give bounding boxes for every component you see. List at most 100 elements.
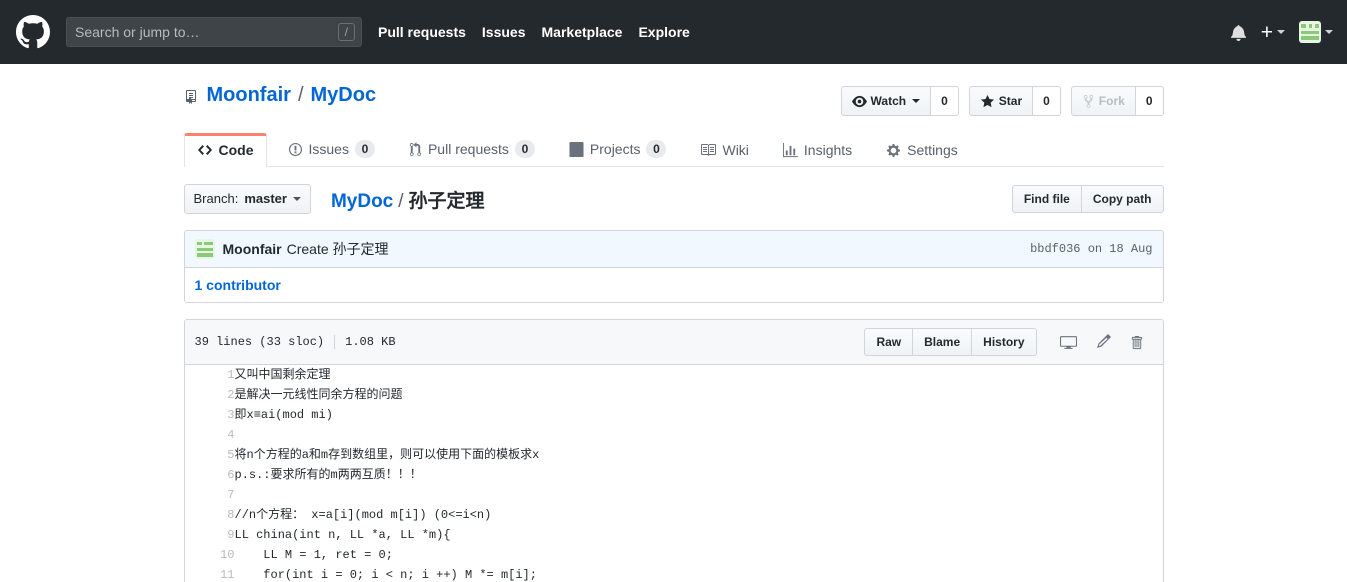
- contributors-row: 1 contributor: [184, 268, 1163, 302]
- branch-selector[interactable]: Branch: master: [183, 184, 311, 214]
- commit-meta: bbdf036 on 18 Aug: [1030, 242, 1153, 256]
- header-nav-explore[interactable]: Explore: [638, 24, 689, 40]
- line-number[interactable]: 7: [184, 485, 235, 505]
- line-content[interactable]: 又叫中国剩余定理: [235, 365, 1163, 385]
- copy-path-button[interactable]: Copy path: [1080, 185, 1164, 213]
- code-line-row: 7: [184, 485, 1163, 505]
- search-input[interactable]: Search or jump to… /: [66, 17, 362, 47]
- commit-author-avatar: [194, 239, 215, 259]
- edit-pencil-icon[interactable]: [1086, 334, 1120, 350]
- code-line-row: 2 是解决一元线性同余方程的问题: [184, 385, 1163, 405]
- repo-name-link[interactable]: MyDoc: [311, 84, 377, 107]
- create-new-menu[interactable]: +: [1261, 22, 1285, 43]
- tab-issues[interactable]: Issues 0: [275, 131, 388, 167]
- tab-issues-label: Issues: [308, 141, 349, 157]
- repo-tabnav: Code Issues 0 Pull requests 0 Projects 0…: [183, 130, 1164, 167]
- tab-insights[interactable]: Insights: [770, 133, 865, 167]
- fork-count[interactable]: 0: [1134, 86, 1164, 116]
- file-content-box: 39 lines (33 sloc) 1.08 KB Raw Blame His…: [183, 319, 1164, 582]
- commit-row: Moonfair Create 孙子定理 bbdf036 on 18 Aug: [184, 231, 1163, 268]
- header-nav-issues[interactable]: Issues: [482, 24, 526, 40]
- line-content[interactable]: //n个方程： x=a[i](mod m[i]) (0<=i<n): [235, 505, 1163, 525]
- line-content[interactable]: 是解决一元线性同余方程的问题: [235, 385, 1163, 405]
- line-content[interactable]: LL M = 1, ret = 0;: [235, 545, 1163, 565]
- line-number[interactable]: 11: [184, 565, 235, 582]
- tab-code-label: Code: [218, 142, 254, 158]
- fork-icon: [1082, 94, 1095, 109]
- user-menu[interactable]: [1299, 21, 1333, 43]
- line-number[interactable]: 9: [184, 525, 235, 545]
- line-content[interactable]: LL china(int n, LL *a, LL *m){: [235, 525, 1163, 545]
- file-actions: Raw Blame History: [864, 328, 1152, 356]
- repo-owner-link[interactable]: Moonfair: [207, 84, 291, 107]
- tab-settings-label: Settings: [907, 142, 958, 158]
- line-number[interactable]: 1: [184, 365, 235, 385]
- breadcrumb: MyDoc / 孙子定理: [331, 186, 485, 213]
- line-number[interactable]: 4: [184, 425, 235, 445]
- line-number[interactable]: 8: [184, 505, 235, 525]
- fork-button[interactable]: Fork: [1070, 86, 1135, 116]
- watch-count[interactable]: 0: [930, 86, 959, 116]
- line-number[interactable]: 3: [184, 405, 235, 425]
- repo-book-icon: [184, 88, 200, 104]
- tab-insights-label: Insights: [803, 142, 853, 158]
- open-in-desktop-icon[interactable]: [1051, 334, 1086, 351]
- chevron-down-icon: [1325, 30, 1333, 34]
- header-nav-pull-requests[interactable]: Pull requests: [378, 24, 466, 40]
- code-table: 1 又叫中国剩余定理 2 是解决一元线性同余方程的问题 3 即x≡ai(mod …: [184, 365, 1163, 582]
- line-number[interactable]: 10: [184, 545, 235, 565]
- plus-icon: +: [1260, 20, 1273, 44]
- file-view-buttons: Raw Blame History: [864, 328, 1037, 356]
- code-table-body: 1 又叫中国剩余定理 2 是解决一元线性同余方程的问题 3 即x≡ai(mod …: [184, 365, 1163, 582]
- repo-actions: Watch 0 Star 0 Fork 0: [840, 84, 1164, 116]
- breadcrumb-root[interactable]: MyDoc: [331, 191, 393, 213]
- avatar: [1299, 21, 1321, 43]
- line-content[interactable]: 即x≡ai(mod mi): [235, 405, 1163, 425]
- tab-pull-requests-label: Pull requests: [427, 141, 509, 157]
- line-number[interactable]: 5: [184, 445, 235, 465]
- watch-button[interactable]: Watch: [840, 86, 931, 116]
- find-file-button[interactable]: Find file: [1011, 185, 1081, 213]
- commit-author-link[interactable]: Moonfair: [223, 241, 282, 257]
- line-content[interactable]: [235, 485, 1163, 505]
- contributors-text: 1 contributor: [194, 277, 281, 293]
- file-lines-text: 39 lines (33 sloc): [194, 335, 325, 349]
- bell-icon[interactable]: [1230, 24, 1247, 41]
- line-number[interactable]: 2: [184, 385, 235, 405]
- star-button[interactable]: Star: [968, 86, 1033, 116]
- star-button-group: Star 0: [968, 86, 1061, 116]
- delete-trash-icon[interactable]: [1120, 335, 1153, 350]
- chevron-down-icon: [912, 99, 921, 103]
- book-icon: [700, 142, 717, 158]
- line-content[interactable]: for(int i = 0; i < n; i ++) M *= m[i];: [235, 565, 1163, 582]
- code-line-row: 5 将n个方程的a和m存到数组里，则可以使用下面的模板求x: [184, 445, 1163, 465]
- tab-settings[interactable]: Settings: [873, 133, 971, 167]
- header-nav-marketplace[interactable]: Marketplace: [542, 24, 623, 40]
- github-mark-icon[interactable]: [16, 15, 50, 49]
- line-content[interactable]: p.s.:要求所有的m两两互质！！！: [235, 465, 1163, 485]
- contributors-link[interactable]: 1 contributor: [195, 277, 281, 293]
- line-number[interactable]: 6: [184, 465, 235, 485]
- history-button[interactable]: History: [971, 328, 1037, 356]
- tab-projects[interactable]: Projects 0: [556, 131, 680, 167]
- tab-pull-requests[interactable]: Pull requests 0: [396, 131, 548, 167]
- tab-pull-requests-count: 0: [514, 140, 535, 158]
- line-content[interactable]: 将n个方程的a和m存到数组里，则可以使用下面的模板求x: [235, 445, 1163, 465]
- raw-button[interactable]: Raw: [864, 328, 913, 356]
- line-content[interactable]: [235, 425, 1163, 445]
- star-icon: [980, 94, 995, 109]
- commit-message-link[interactable]: Create 孙子定理: [287, 239, 389, 259]
- git-pull-request-icon: [409, 141, 422, 157]
- tab-code[interactable]: Code: [183, 133, 267, 167]
- file-info-divider: [334, 335, 336, 349]
- star-count[interactable]: 0: [1032, 86, 1061, 116]
- tab-wiki[interactable]: Wiki: [687, 133, 761, 167]
- tab-issues-count: 0: [354, 140, 375, 158]
- code-line-row: 4: [184, 425, 1163, 445]
- blame-button[interactable]: Blame: [912, 328, 972, 356]
- gear-icon: [886, 143, 901, 158]
- project-board-icon: [569, 141, 584, 157]
- star-label: Star: [998, 94, 1023, 108]
- issue-opened-icon: [288, 142, 303, 157]
- repo-separator: /: [297, 84, 304, 106]
